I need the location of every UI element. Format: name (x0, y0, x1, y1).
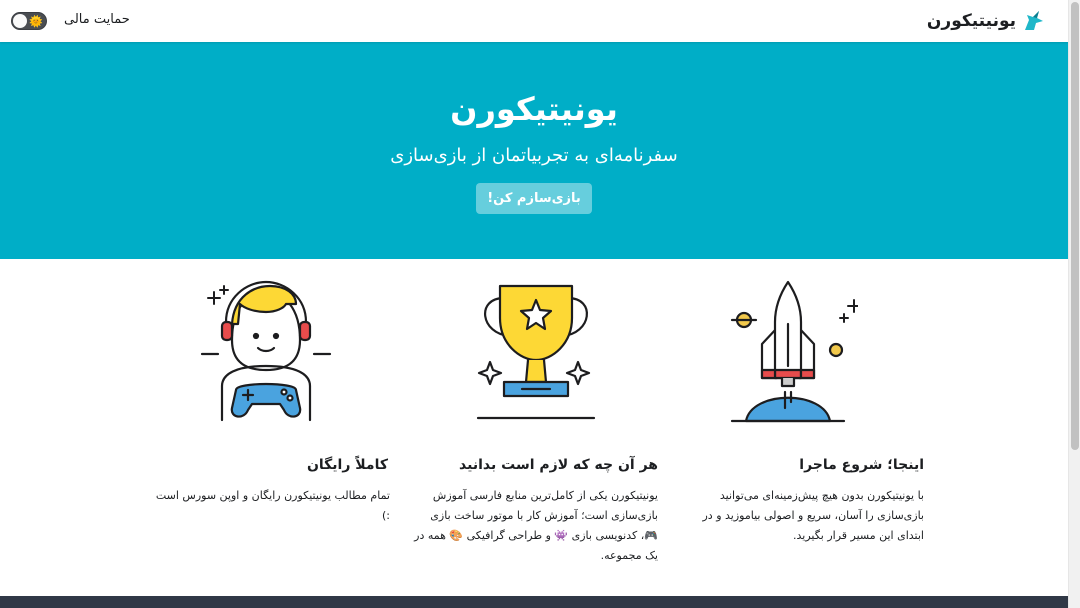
feature-title: کاملاً رایگان (306, 457, 388, 473)
feature-text: تمام مطالب یونیتیکورن رایگان و اوپن سورس… (155, 489, 390, 522)
feature-title: هر آن چه که لازم است بدانید (459, 457, 658, 473)
rocket-icon (730, 280, 858, 423)
donate-link[interactable]: حمایت مالی (64, 12, 130, 27)
trophy-icon (476, 284, 596, 420)
toggle-knob (13, 14, 27, 28)
unicorn-logo-icon (1025, 11, 1043, 30)
navbar: یونیتیکورن حمایت مالی 🌞 (0, 0, 1068, 42)
get-started-button[interactable]: بازی‌سازم کن! (476, 183, 592, 214)
scrollbar-thumb[interactable] (1071, 2, 1079, 450)
hero-subtitle: سفرنامه‌ای به تجربیاتمان از بازی‌سازی (390, 145, 678, 166)
brand-link[interactable]: یونیتیکورن (927, 8, 1046, 34)
gamer-icon (200, 280, 332, 422)
sun-icon: 🌞 (29, 15, 43, 28)
hero-banner: یونیتیکورن سفرنامه‌ای به تجربیاتمان از ب… (0, 42, 1068, 259)
footer (0, 596, 1068, 608)
vertical-scrollbar[interactable] (1068, 0, 1080, 608)
page: یونیتیکورن حمایت مالی 🌞 یونیتیکورن سفرنا… (0, 0, 1068, 608)
feature-title: اینجا؛ شروع ماجرا (799, 457, 924, 473)
hero-title: یونیتیکورن (450, 90, 618, 128)
feature-text: یونیتیکورن یکی از کامل‌ترین منابع فارسی … (414, 489, 658, 562)
feature-text: با یونیتیکورن بدون هیچ پیش‌زمینه‌ای می‌ت… (702, 489, 924, 542)
brand-title: یونیتیکورن (926, 11, 1016, 31)
theme-toggle[interactable]: 🌞 (11, 12, 47, 30)
